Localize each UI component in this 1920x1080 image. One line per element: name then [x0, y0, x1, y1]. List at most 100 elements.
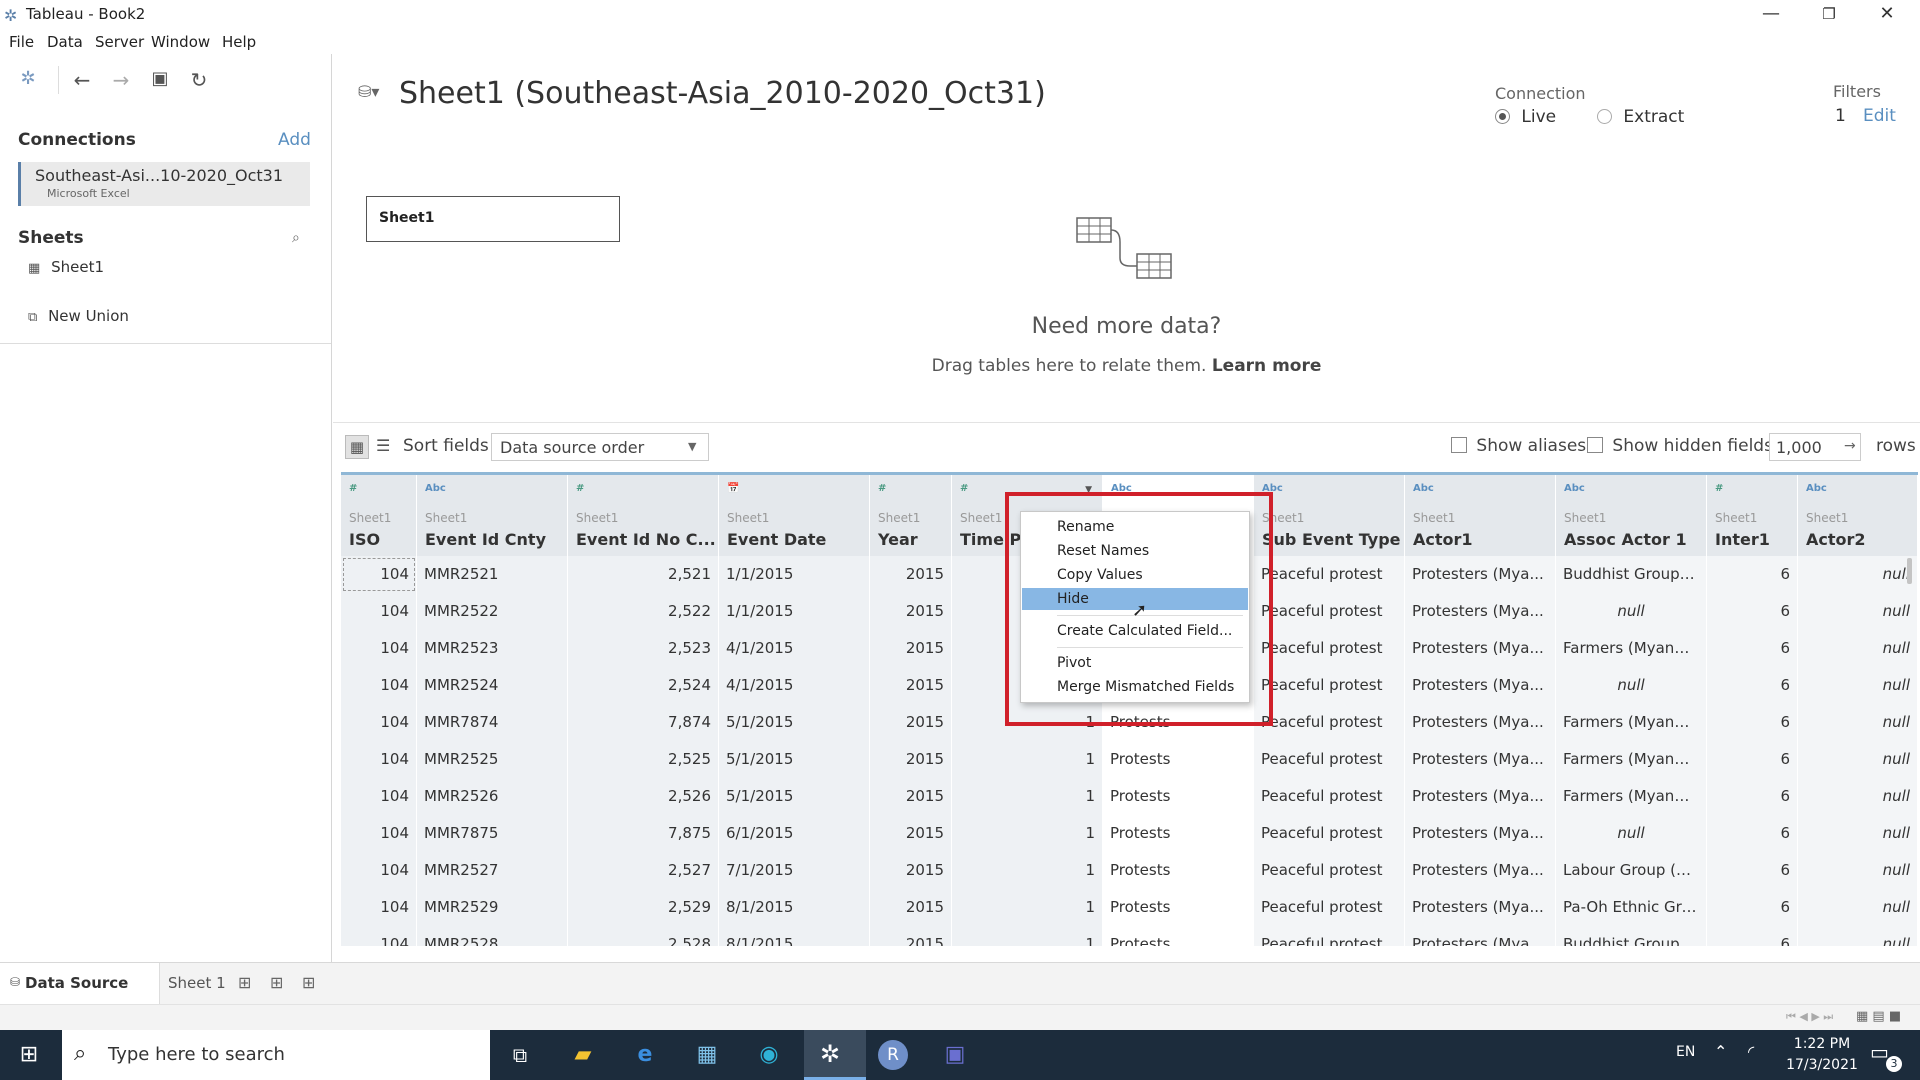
table-cell[interactable]: 2015 — [870, 593, 952, 630]
table-cell[interactable]: Peaceful protest — [1254, 926, 1405, 946]
add-connection-link[interactable]: Add — [278, 130, 311, 150]
table-cell[interactable]: 2015 — [870, 556, 952, 593]
table-cell[interactable]: Peaceful protest — [1254, 815, 1405, 852]
table-cell[interactable]: null — [1556, 593, 1707, 630]
table-cell[interactable]: 1 — [952, 889, 1103, 926]
table-cell[interactable]: MMR7874 — [417, 704, 568, 741]
sheet-item-sheet1[interactable]: ▦ Sheet1 — [28, 258, 104, 276]
table-cell[interactable]: Protesters (Mya... — [1405, 778, 1556, 815]
table-cell[interactable]: 2015 — [870, 852, 952, 889]
table-cell[interactable]: Peaceful protest — [1254, 630, 1405, 667]
teams-icon[interactable]: ▣ — [940, 1040, 970, 1070]
table-cell[interactable]: 104 — [341, 630, 417, 667]
table-cell[interactable]: null — [1798, 593, 1918, 630]
table-cell[interactable]: 6 — [1707, 667, 1798, 704]
table-cell[interactable]: null — [1798, 630, 1918, 667]
clock-date[interactable]: 17/3/2021 — [1772, 1057, 1872, 1073]
menu-file[interactable]: File — [9, 33, 34, 51]
table-cell[interactable]: null — [1798, 704, 1918, 741]
datasource-icon[interactable]: ⛁▾ — [358, 82, 379, 101]
table-cell[interactable]: 1 — [952, 741, 1103, 778]
table-cell[interactable]: 2015 — [870, 926, 952, 946]
table-cell[interactable]: Farmers (Myanm... — [1556, 741, 1707, 778]
table-cell[interactable]: null — [1556, 815, 1707, 852]
table-cell[interactable]: Peaceful protest — [1254, 704, 1405, 741]
taskbar-search-box[interactable]: ⌕ Type here to search — [62, 1030, 490, 1080]
table-cell[interactable]: MMR2525 — [417, 741, 568, 778]
tableau-start-icon[interactable]: ✲ — [16, 68, 40, 89]
table-cell[interactable]: 6 — [1707, 704, 1798, 741]
table-cell[interactable]: 7,874 — [568, 704, 719, 741]
wifi-icon[interactable]: ◜ — [1748, 1042, 1754, 1061]
column-header[interactable]: # Sheet1 Year — [870, 475, 952, 556]
table-cell[interactable]: Protesters (Mya... — [1405, 815, 1556, 852]
menu-help[interactable]: Help — [222, 33, 256, 51]
table-cell[interactable]: Farmers (Myanm... — [1556, 630, 1707, 667]
table-cell[interactable]: Protesters (Mya... — [1405, 741, 1556, 778]
menu-server[interactable]: Server — [95, 33, 144, 51]
table-cell[interactable]: Protesters (Mya... — [1405, 852, 1556, 889]
table-cell[interactable]: 104 — [341, 778, 417, 815]
tab-data-source[interactable]: ⛁ Data Source — [0, 963, 160, 1004]
refresh-icon[interactable]: ↻ — [187, 68, 211, 92]
table-cell[interactable]: Peaceful protest — [1254, 741, 1405, 778]
show-aliases-checkbox[interactable]: Show aliases — [1451, 436, 1586, 456]
table-cell[interactable]: 6 — [1707, 926, 1798, 946]
table-cell[interactable]: 104 — [341, 815, 417, 852]
file-explorer-icon[interactable]: ▰ — [568, 1040, 598, 1070]
table-cell[interactable]: 2015 — [870, 889, 952, 926]
table-cell[interactable]: Protests — [1103, 778, 1254, 815]
column-header[interactable]: 📅 Sheet1 Event Date — [719, 475, 870, 556]
task-view-icon[interactable]: ⧉ — [505, 1040, 535, 1070]
table-cell[interactable]: Protesters (Mya... — [1405, 593, 1556, 630]
column-header[interactable]: Abc Sheet1 Event Id Cnty — [417, 475, 568, 556]
table-cell[interactable]: 6 — [1707, 630, 1798, 667]
table-cell[interactable]: 104 — [341, 593, 417, 630]
table-cell[interactable]: 2,526 — [568, 778, 719, 815]
new-dashboard-icon[interactable]: ⊞ — [270, 973, 283, 992]
learn-more-link[interactable]: Learn more — [1212, 356, 1322, 376]
table-cell[interactable]: 104 — [341, 741, 417, 778]
table-cell[interactable]: MMR2526 — [417, 778, 568, 815]
rows-input[interactable]: 1,000 → — [1769, 433, 1861, 461]
table-cell[interactable]: 5/1/2015 — [719, 778, 870, 815]
table-cell[interactable]: Buddhist Group (... — [1556, 556, 1707, 593]
column-header[interactable]: Abc Sheet1 Actor1 — [1405, 475, 1556, 556]
table-cell[interactable]: 7/1/2015 — [719, 852, 870, 889]
table-cell[interactable]: Protesters (Mya... — [1405, 630, 1556, 667]
view-toggle-icon[interactable]: ▦ ▤ ■ — [1856, 1009, 1901, 1024]
table-cell[interactable]: Protesters (Mya... — [1405, 667, 1556, 704]
table-cell[interactable]: 1/1/2015 — [719, 593, 870, 630]
table-cell[interactable]: 2,527 — [568, 852, 719, 889]
table-cell[interactable]: 6 — [1707, 889, 1798, 926]
clock-time[interactable]: 1:22 PM — [1772, 1036, 1872, 1052]
table-cell[interactable]: Peaceful protest — [1254, 889, 1405, 926]
table-cell[interactable]: 1 — [952, 815, 1103, 852]
table-cell[interactable]: Peaceful protest — [1254, 593, 1405, 630]
sheet-table-box[interactable]: Sheet1 — [366, 196, 620, 242]
table-cell[interactable]: MMR7875 — [417, 815, 568, 852]
restore-button[interactable]: ❐ — [1800, 0, 1858, 30]
table-cell[interactable]: 2,521 — [568, 556, 719, 593]
table-cell[interactable]: 2,529 — [568, 889, 719, 926]
table-cell[interactable]: null — [1798, 926, 1918, 946]
table-cell[interactable]: MMR2528 — [417, 926, 568, 946]
back-arrow-icon[interactable]: ← — [70, 68, 94, 92]
table-cell[interactable]: Peaceful protest — [1254, 667, 1405, 704]
table-cell[interactable]: 2015 — [870, 630, 952, 667]
table-cell[interactable]: 6 — [1707, 556, 1798, 593]
column-header[interactable]: Abc Sheet1 Actor2 — [1798, 475, 1918, 556]
table-cell[interactable]: Protesters (Mya... — [1405, 926, 1556, 946]
connection-item[interactable]: Southeast-Asi...10-2020_Oct31 Microsoft … — [18, 162, 310, 206]
table-cell[interactable]: 2,528 — [568, 926, 719, 946]
table-cell[interactable]: 104 — [341, 556, 417, 593]
table-cell[interactable]: null — [1556, 667, 1707, 704]
table-cell[interactable]: Protests — [1103, 741, 1254, 778]
table-cell[interactable]: 6 — [1707, 778, 1798, 815]
table-cell[interactable]: null — [1798, 852, 1918, 889]
table-cell[interactable]: 6 — [1707, 852, 1798, 889]
table-cell[interactable]: MMR2522 — [417, 593, 568, 630]
tableau-taskbar-button[interactable]: ✲ — [804, 1030, 866, 1080]
minimize-button[interactable]: — — [1742, 0, 1800, 30]
table-cell[interactable]: 2015 — [870, 778, 952, 815]
